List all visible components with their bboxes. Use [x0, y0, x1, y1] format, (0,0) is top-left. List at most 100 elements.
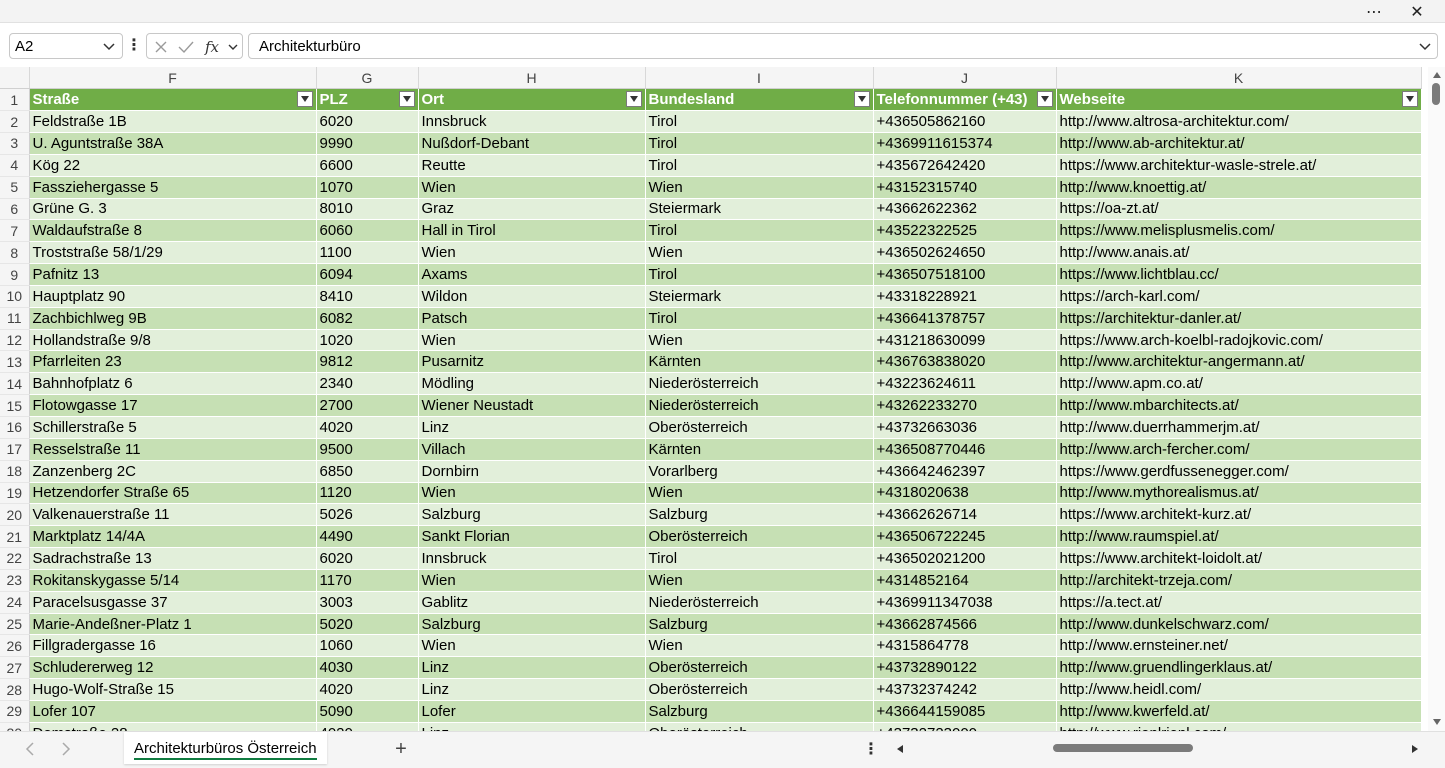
row-number[interactable]: 13	[0, 350, 30, 374]
table-cell[interactable]: http://www.duerrhammerjm.at/	[1056, 416, 1422, 439]
table-cell[interactable]: +436508770446	[873, 438, 1057, 461]
table-cell[interactable]: 6850	[316, 460, 419, 483]
table-cell[interactable]: 5026	[316, 503, 419, 527]
table-cell[interactable]: Schillerstraße 5	[29, 416, 317, 439]
table-cell[interactable]: https://www.arch-koelbl-radojkovic.com/	[1056, 329, 1422, 352]
table-cell[interactable]: Wien	[645, 241, 874, 265]
table-cell[interactable]: Wien	[645, 634, 874, 658]
table-cell[interactable]: Salzburg	[645, 700, 874, 723]
table-cell[interactable]: Linz	[418, 678, 646, 701]
table-cell[interactable]: 2340	[316, 372, 419, 396]
row-number[interactable]: 4	[0, 154, 30, 177]
scroll-right-icon[interactable]	[1409, 742, 1421, 756]
table-cell[interactable]: http://www.anais.at/	[1056, 241, 1422, 265]
name-box[interactable]: A2	[9, 33, 123, 59]
table-cell[interactable]: https://www.lichtblau.cc/	[1056, 263, 1422, 286]
table-cell[interactable]: +4318020638	[873, 482, 1057, 505]
table-cell[interactable]: Wien	[645, 482, 874, 505]
table-cell[interactable]: Villach	[418, 438, 646, 461]
table-cell[interactable]: Wien	[418, 241, 646, 265]
table-cell[interactable]: +4369911347038	[873, 591, 1057, 614]
table-cell[interactable]: http://www.arch-fercher.com/	[1056, 438, 1422, 461]
table-cell[interactable]: Wien	[418, 176, 646, 199]
row-number[interactable]: 9	[0, 263, 30, 286]
table-cell[interactable]: Hall in Tirol	[418, 219, 646, 243]
table-cell[interactable]: +435672642420	[873, 154, 1057, 177]
table-cell[interactable]: Wien	[418, 482, 646, 505]
table-cell[interactable]: 1060	[316, 634, 419, 658]
table-cell[interactable]: 5020	[316, 613, 419, 636]
table-cell[interactable]: +436763838020	[873, 350, 1057, 374]
table-cell[interactable]: Rokitanskygasse 5/14	[29, 569, 317, 592]
table-cell[interactable]: Tirol	[645, 132, 874, 155]
table-cell[interactable]: https://www.architektur-wasle-strele.at/	[1056, 154, 1422, 177]
row-number[interactable]: 1	[0, 88, 30, 112]
table-cell[interactable]: U. Aguntstraße 38A	[29, 132, 317, 155]
sheet-tab-active[interactable]: Architekturbüros Österreich	[124, 732, 327, 764]
chevron-down-icon[interactable]	[225, 37, 241, 57]
column-header-j[interactable]: J	[873, 67, 1057, 90]
table-cell[interactable]: 4020	[316, 678, 419, 701]
horizontal-scroll-thumb[interactable]	[1053, 744, 1193, 752]
table-cell[interactable]: Hugo-Wolf-Straße 15	[29, 678, 317, 701]
table-cell[interactable]: 4020	[316, 416, 419, 439]
table-cell[interactable]: http://www.dunkelschwarz.com/	[1056, 613, 1422, 636]
table-cell[interactable]: Salzburg	[645, 503, 874, 527]
filter-dropdown-icon[interactable]	[625, 91, 642, 108]
chevron-down-icon[interactable]	[101, 38, 117, 58]
table-cell[interactable]: 6020	[316, 547, 419, 570]
table-cell[interactable]: 1100	[316, 241, 419, 265]
table-cell[interactable]: Tirol	[645, 263, 874, 286]
previous-sheet-icon[interactable]	[21, 740, 39, 758]
table-cell[interactable]: Marktplatz 14/4A	[29, 525, 317, 549]
table-cell[interactable]: +43662874566	[873, 613, 1057, 636]
row-number[interactable]: 8	[0, 241, 30, 265]
table-header-cell[interactable]: Ort	[418, 88, 646, 112]
row-number[interactable]: 10	[0, 285, 30, 308]
table-cell[interactable]: 8410	[316, 285, 419, 308]
table-cell[interactable]: Wien	[418, 569, 646, 592]
table-cell[interactable]: https://a.tect.at/	[1056, 591, 1422, 614]
column-header-k[interactable]: K	[1056, 67, 1422, 90]
table-cell[interactable]: Linz	[418, 656, 646, 680]
table-cell[interactable]: Wien	[645, 569, 874, 592]
table-cell[interactable]: +43732374242	[873, 678, 1057, 701]
table-cell[interactable]: Oberösterreich	[645, 656, 874, 680]
table-cell[interactable]: Innsbruck	[418, 547, 646, 570]
table-cell[interactable]: Linz	[418, 416, 646, 439]
table-cell[interactable]: Vorarlberg	[645, 460, 874, 483]
table-cell[interactable]: https://oa-zt.at/	[1056, 198, 1422, 221]
table-cell[interactable]: Oberösterreich	[645, 525, 874, 549]
row-number[interactable]: 18	[0, 460, 30, 483]
table-cell[interactable]: 4020	[316, 722, 419, 731]
row-number[interactable]: 19	[0, 482, 30, 505]
table-cell[interactable]: Zanzenberg 2C	[29, 460, 317, 483]
table-cell[interactable]: Salzburg	[645, 613, 874, 636]
table-cell[interactable]: Pusarnitz	[418, 350, 646, 374]
table-cell[interactable]: Paracelsusgasse 37	[29, 591, 317, 614]
table-cell[interactable]: Tirol	[645, 110, 874, 134]
table-cell[interactable]: +436502624650	[873, 241, 1057, 265]
row-number[interactable]: 28	[0, 678, 30, 701]
table-cell[interactable]: +43732723000	[873, 722, 1057, 731]
table-cell[interactable]: 4030	[316, 656, 419, 680]
table-cell[interactable]: Salzburg	[418, 503, 646, 527]
table-cell[interactable]: 4490	[316, 525, 419, 549]
table-cell[interactable]: 2700	[316, 394, 419, 417]
table-cell[interactable]: Feldstraße 1B	[29, 110, 317, 134]
table-cell[interactable]: Waldaufstraße 8	[29, 219, 317, 243]
table-cell[interactable]: +436506722245	[873, 525, 1057, 549]
table-cell[interactable]: Sankt Florian	[418, 525, 646, 549]
row-number[interactable]: 29	[0, 700, 30, 723]
table-cell[interactable]: http://www.rienlrienl.com/	[1056, 722, 1422, 731]
table-cell[interactable]: Innsbruck	[418, 110, 646, 134]
row-number[interactable]: 12	[0, 329, 30, 352]
table-cell[interactable]: Niederösterreich	[645, 394, 874, 417]
table-cell[interactable]: Oberösterreich	[645, 678, 874, 701]
row-number[interactable]: 24	[0, 591, 30, 614]
table-cell[interactable]: Troststraße 58/1/29	[29, 241, 317, 265]
table-cell[interactable]: 9500	[316, 438, 419, 461]
table-cell[interactable]: Oberösterreich	[645, 722, 874, 731]
column-header-i[interactable]: I	[645, 67, 874, 90]
table-cell[interactable]: Nußdorf-Debant	[418, 132, 646, 155]
